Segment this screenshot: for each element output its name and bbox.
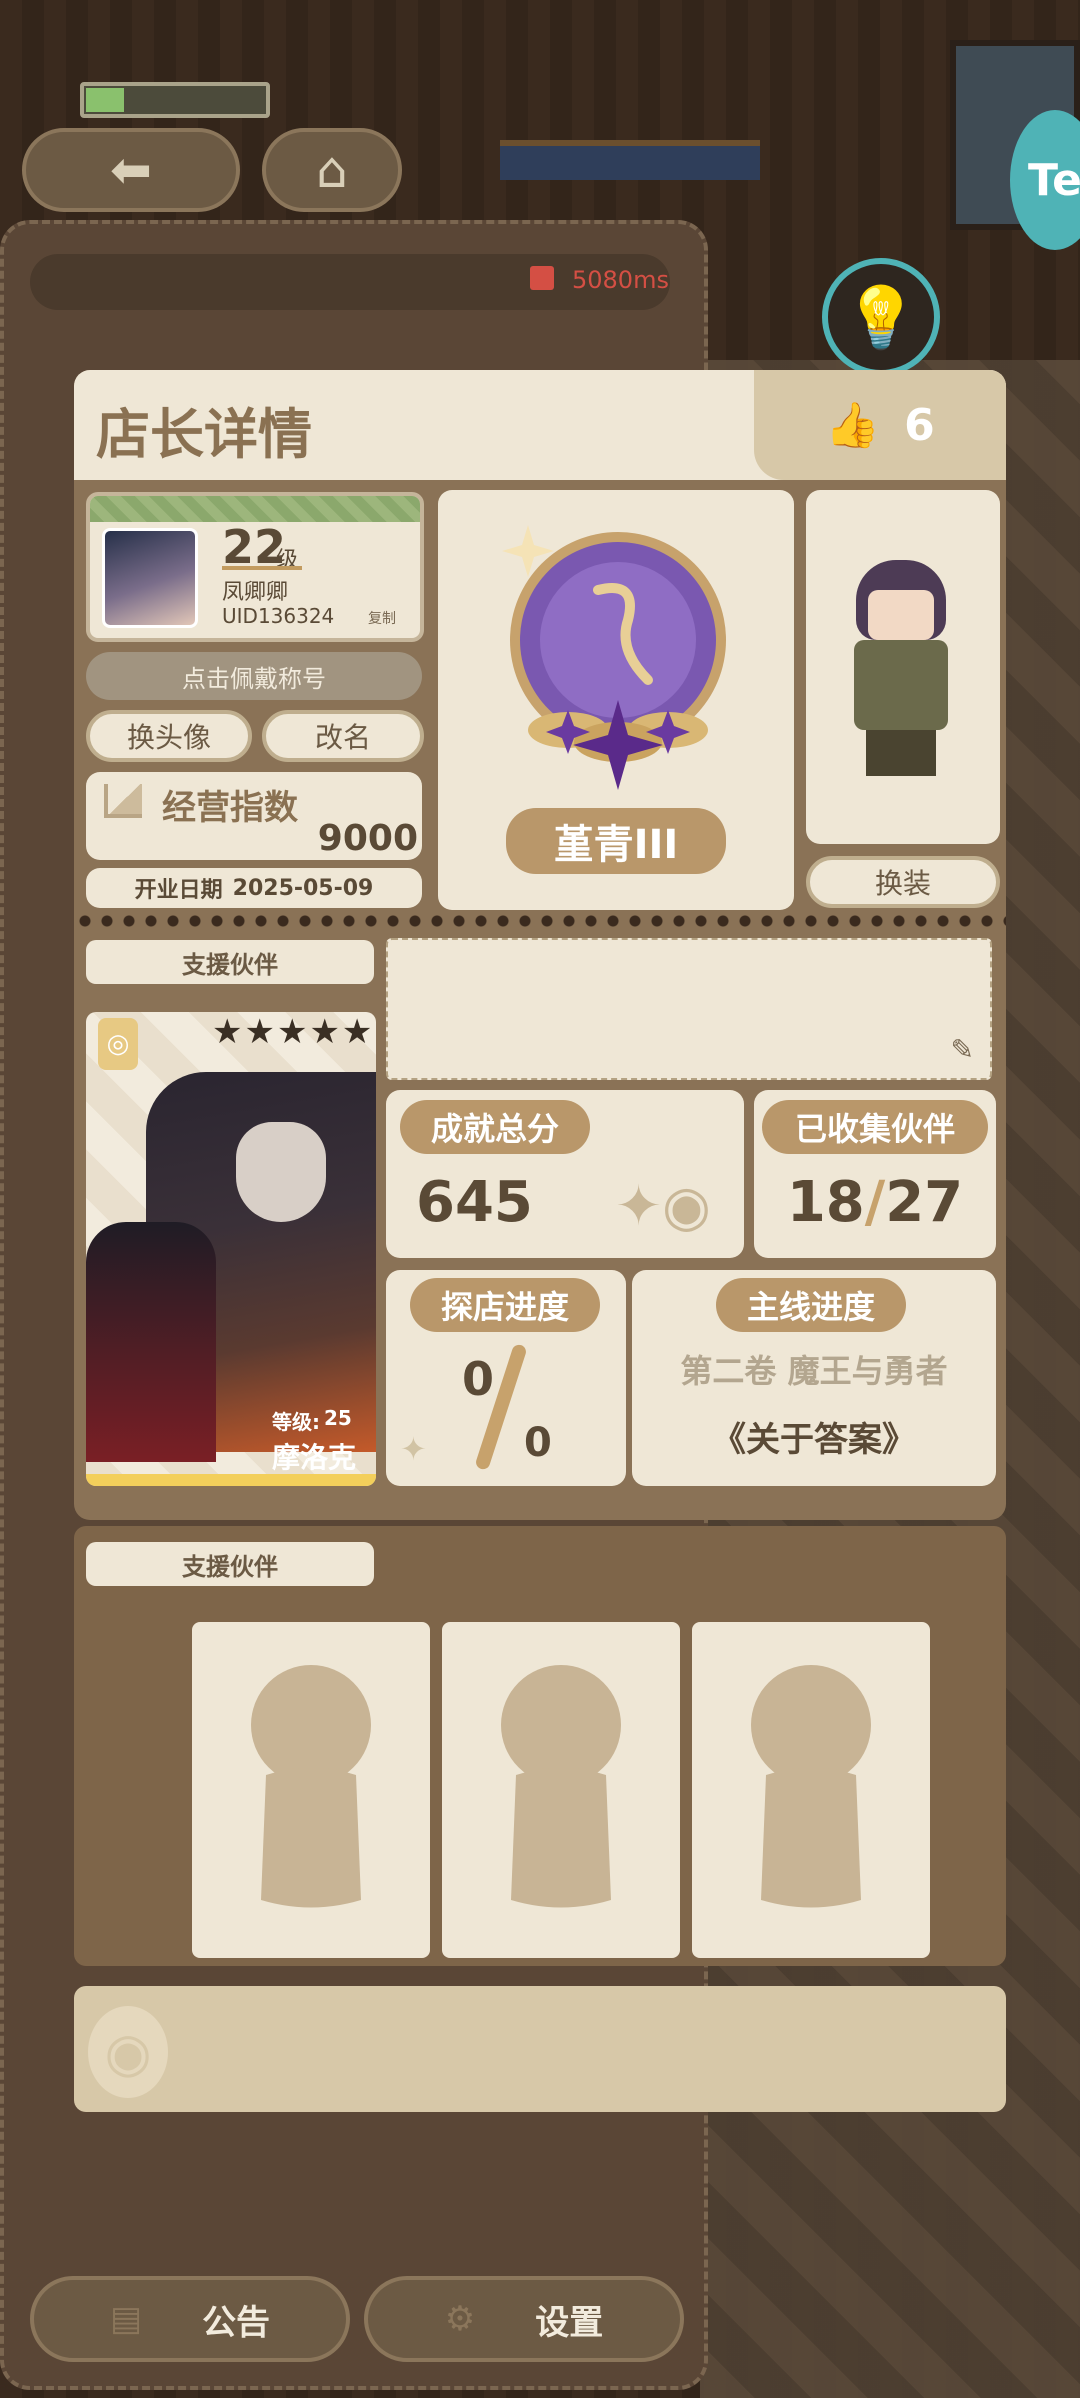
story-label: 主线进度 xyxy=(716,1278,906,1332)
progress-fill xyxy=(86,88,124,112)
open-date-label: 开业日期 xyxy=(134,878,223,903)
explore-label: 探店进度 xyxy=(410,1278,600,1332)
business-index-label: 经营指数 xyxy=(162,788,298,828)
rank-emblem-icon xyxy=(502,525,726,790)
signature-box[interactable]: ✎ xyxy=(386,938,992,1080)
collected-value: 18/27 xyxy=(754,1170,996,1235)
collected-slash: / xyxy=(864,1170,886,1235)
person-silhouette-icon xyxy=(501,1665,621,1908)
partner-face xyxy=(236,1122,326,1222)
uid-text: UID136324 xyxy=(222,604,335,628)
partner-level-label: 等级: xyxy=(272,1410,320,1434)
signal-icon xyxy=(530,266,554,290)
level-underline xyxy=(222,566,302,570)
explore-total: 0 xyxy=(524,1420,552,1466)
collected-label: 已收集伙伴 xyxy=(762,1100,988,1154)
change-avatar-button[interactable]: 换头像 xyxy=(86,710,252,762)
support-partner-label-2: 支援伙伴 xyxy=(86,1542,374,1586)
collected-count: 18 xyxy=(786,1170,865,1235)
person-silhouette-icon xyxy=(251,1665,371,1908)
rank-name: 堇青III xyxy=(506,808,726,874)
story-progress-card[interactable]: 主线进度 第二卷 魔王与勇者 《关于答案》 xyxy=(632,1270,996,1486)
page-title: 店长详情 xyxy=(96,403,312,466)
explore-value: 0 xyxy=(462,1352,495,1406)
partner-sprite xyxy=(86,1222,216,1462)
wear-title-button[interactable]: 点击佩戴称号 xyxy=(86,652,422,700)
partner-rarity-bar xyxy=(86,1474,376,1486)
character-face xyxy=(868,590,934,640)
story-title: 《关于答案》 xyxy=(712,1420,916,1460)
business-index-card: 经营指数 9000 xyxy=(86,772,422,860)
edit-icon[interactable]: ✎ xyxy=(951,1033,974,1066)
ticket-perforation xyxy=(74,914,1006,928)
empty-partner-slot-3[interactable] xyxy=(692,1622,930,1958)
shop-shelf xyxy=(500,140,760,180)
lightbulb-icon[interactable]: 💡 xyxy=(822,258,940,376)
thumbs-up-icon: 👍 xyxy=(825,400,881,451)
notice-button[interactable]: ▤ 公告 xyxy=(30,2276,350,2362)
achievement-card: 成就总分 645 ✦◉ xyxy=(386,1090,744,1258)
support-partner-label: 支援伙伴 xyxy=(86,940,374,984)
back-button[interactable]: ⬅ xyxy=(22,128,240,212)
partner-level: 等级: 25 xyxy=(272,1406,352,1435)
collected-total: 27 xyxy=(885,1170,964,1235)
profile-card: 22 级 凤卿卿 UID136324 复制 xyxy=(86,492,424,642)
sparkle-icon: ✦ xyxy=(400,1430,427,1468)
dress-up-button[interactable]: 换装 xyxy=(806,856,1000,908)
character-body xyxy=(854,640,948,730)
home-button[interactable]: ⌂ xyxy=(262,128,402,212)
business-index-value: 9000 xyxy=(317,818,418,859)
chart-icon xyxy=(104,784,142,818)
person-silhouette-icon xyxy=(751,1665,871,1908)
arrow-left-icon: ⬅ xyxy=(110,141,152,199)
copy-uid-button[interactable]: 复制 xyxy=(368,608,396,628)
empty-partner-slot-1[interactable] xyxy=(192,1622,430,1958)
open-date: 开业日期 2025-05-09 xyxy=(86,868,422,908)
nickname: 凤卿卿 xyxy=(222,580,289,605)
avatar[interactable] xyxy=(102,528,198,628)
collected-partners-card: 已收集伙伴 18/27 xyxy=(754,1090,996,1258)
coffee-beans-icon: ✦◉ xyxy=(615,1174,711,1239)
outfit-card xyxy=(806,490,1000,844)
achievement-label: 成就总分 xyxy=(400,1100,590,1154)
partner-card[interactable]: ◎ ★★★★★ 等级: 25 摩洛克 xyxy=(86,1012,376,1486)
notice-label: 公告 xyxy=(202,2302,271,2343)
clipboard-icon: ▤ xyxy=(109,2299,143,2339)
like-button[interactable]: 👍 6 xyxy=(754,370,1006,480)
explore-progress-card: 探店进度 0 0 ✦ xyxy=(386,1270,626,1486)
partner-name: 摩洛克 xyxy=(272,1441,357,1474)
coffee-bean-icon: ◉ xyxy=(88,2006,168,2098)
story-chapter: 第二卷 魔王与勇者 xyxy=(680,1352,948,1390)
ping-text: 5080ms xyxy=(572,266,669,294)
rename-button[interactable]: 改名 xyxy=(262,710,424,762)
open-date-value: 2025-05-09 xyxy=(232,875,374,901)
partner-stars: ★★★★★ xyxy=(212,1012,375,1052)
settings-label: 设置 xyxy=(535,2302,604,2343)
empty-partner-slot-2[interactable] xyxy=(442,1622,680,1958)
bean-strip: ◉ xyxy=(74,1986,1006,2112)
profile-card-pattern xyxy=(90,496,420,522)
gear-icon: ⚙ xyxy=(444,2299,476,2339)
rank-card[interactable]: 堇青III xyxy=(438,490,794,910)
character-legs xyxy=(866,730,936,776)
settings-button[interactable]: ⚙ 设置 xyxy=(364,2276,684,2362)
achievement-value: 645 xyxy=(416,1170,533,1235)
partner-level-value: 25 xyxy=(324,1406,352,1430)
element-icon: ◎ xyxy=(98,1018,138,1070)
like-count: 6 xyxy=(904,399,935,451)
home-icon: ⌂ xyxy=(316,141,348,199)
